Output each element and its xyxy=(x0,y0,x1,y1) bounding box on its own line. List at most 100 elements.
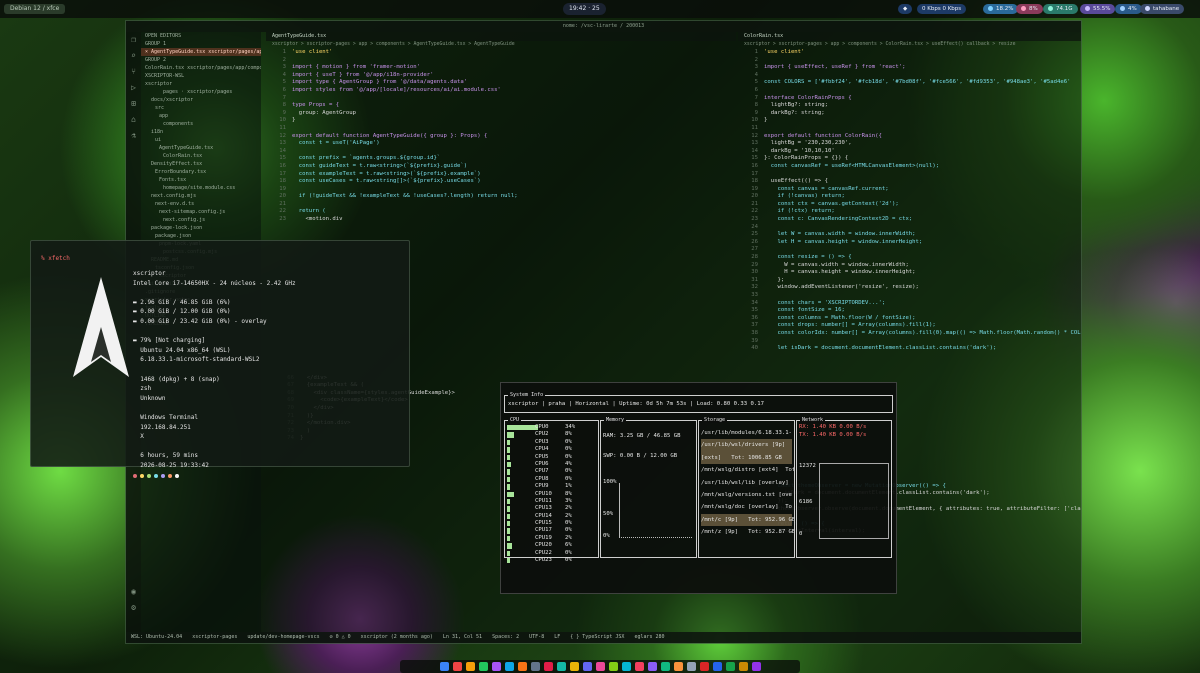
dock-app-icon[interactable] xyxy=(439,662,449,671)
explorer-item[interactable]: ColorRain.tsx xscriptor/pages/app/compon… xyxy=(141,64,261,72)
status-item[interactable]: ⊘ 0 △ 0 xyxy=(330,634,351,640)
extensions-icon[interactable]: ⊞ xyxy=(126,96,141,112)
volume-indicator[interactable]: 4% xyxy=(1115,4,1142,14)
terminal-system-monitor[interactable]: System Info xscriptor | praha | Horizont… xyxy=(500,382,897,594)
status-item[interactable]: update/dev-homepage-vscs xyxy=(247,634,319,640)
dock-app-icon[interactable] xyxy=(595,662,605,671)
user-menu[interactable]: tahabane xyxy=(1140,4,1185,14)
code-line: 12 export default function AgentTypeGuide… xyxy=(270,133,736,141)
explorer-item[interactable]: DensityEffect.tsx xyxy=(141,160,261,168)
dock-app-icon[interactable] xyxy=(634,662,644,671)
explorer-item[interactable]: ui xyxy=(141,136,261,144)
explorer-item[interactable]: GROUP 1 xyxy=(141,40,261,48)
tab-agenttypeguide[interactable]: AgentTypeGuide.tsx xyxy=(266,32,736,41)
network-indicator[interactable]: 0 Kbps 0 Kbps xyxy=(917,4,967,14)
shield-icon[interactable]: ◆ xyxy=(898,4,913,14)
cpu-name: CPU3 xyxy=(535,438,549,445)
remote-icon[interactable]: ⌂ xyxy=(126,112,141,128)
dock-app-icon[interactable] xyxy=(608,662,618,671)
workspace-indicator[interactable]: Debian 12 / xfce xyxy=(4,4,66,14)
dock-app-icon[interactable] xyxy=(452,662,462,671)
explorer-item[interactable]: Fonts.tsx xyxy=(141,176,261,184)
explorer-item[interactable]: docs/xscriptor xyxy=(141,96,261,104)
dock-app-icon[interactable] xyxy=(491,662,501,671)
dock-app-icon[interactable] xyxy=(569,662,579,671)
explorer-item[interactable]: ColorRain.tsx xyxy=(141,152,261,160)
code-line: 14 darkBg = '10,10,10' xyxy=(742,148,1081,156)
explorer-item[interactable]: next.config.js xyxy=(141,216,261,224)
explorer-item[interactable]: src xyxy=(141,104,261,112)
dock-app-icon[interactable] xyxy=(582,662,592,671)
line-number: 25 xyxy=(751,231,758,238)
dock-app-icon[interactable] xyxy=(699,662,709,671)
dock-app-icon[interactable] xyxy=(465,662,475,671)
explorer-item[interactable]: OPEN EDITORS xyxy=(141,32,261,40)
explorer-item[interactable]: next-sitemap.config.js xyxy=(141,208,261,216)
dock-app-icon[interactable] xyxy=(556,662,566,671)
cpu-percent: 0% xyxy=(565,475,572,482)
dock-app-icon[interactable] xyxy=(686,662,696,671)
status-item[interactable]: xscriptor-pages xyxy=(192,634,237,640)
dock-app-icon[interactable] xyxy=(660,662,670,671)
search-icon[interactable]: ⌕ xyxy=(126,48,141,64)
code-text: <motion.div xyxy=(292,216,343,223)
explorer-item[interactable]: next.config.mjs xyxy=(141,192,261,200)
cpu-icon xyxy=(988,6,993,11)
dock-app-icon[interactable] xyxy=(738,662,748,671)
dock-app-icon[interactable] xyxy=(517,662,527,671)
status-item[interactable]: LF xyxy=(554,634,560,640)
status-item[interactable]: { } TypeScript JSX xyxy=(570,634,624,640)
explorer-item[interactable]: package.json xyxy=(141,232,261,240)
memory-indicator[interactable]: 8% xyxy=(1016,4,1043,14)
explorer-item[interactable]: pages · xscriptor/pages xyxy=(141,88,261,96)
code-text: if (!ctx) return; xyxy=(764,208,835,215)
explorer-item[interactable]: AgentTypeGuide.tsx xyxy=(141,144,261,152)
cpu-indicator[interactable]: 18.2% xyxy=(983,4,1019,14)
code-text: } xyxy=(764,117,768,124)
account-icon[interactable]: ◉ xyxy=(126,584,141,600)
dock-app-icon[interactable] xyxy=(543,662,553,671)
dock-app-icon[interactable] xyxy=(504,662,514,671)
code-area[interactable]: 1 'use client' 2 3 import { useEffect, useRe… xyxy=(738,49,1081,353)
explorer-icon[interactable]: ❐ xyxy=(126,32,141,48)
code-line: 12 export default function ColorRain({ xyxy=(742,133,1081,141)
dock-app-icon[interactable] xyxy=(530,662,540,671)
explorer-item[interactable]: × AgentTypeGuide.tsx xscriptor/pages/app… xyxy=(141,48,261,56)
explorer-item[interactable]: i18n xyxy=(141,128,261,136)
explorer-item[interactable]: next-env.d.ts xyxy=(141,200,261,208)
dock-app-icon[interactable] xyxy=(647,662,657,671)
dock-app-icon[interactable] xyxy=(751,662,761,671)
explorer-item[interactable]: homepage/site.module.css xyxy=(141,184,261,192)
source-control-icon[interactable]: ⑂ xyxy=(126,64,141,80)
disk-indicator[interactable]: 55.5% xyxy=(1080,4,1116,14)
temperature-indicator[interactable]: 74.1G xyxy=(1043,4,1078,14)
explorer-item[interactable]: package-lock.json xyxy=(141,224,261,232)
dock-app-icon[interactable] xyxy=(478,662,488,671)
explorer-item[interactable]: ErrorBoundary.tsx xyxy=(141,168,261,176)
line-number: 16 xyxy=(751,162,758,169)
testing-icon[interactable]: ⚗ xyxy=(126,128,141,144)
status-item[interactable]: Ln 31, Col 51 xyxy=(443,634,482,640)
storage-row: /usr/lib/modules/6.18.33.1- xyxy=(701,430,792,436)
code-area[interactable]: 1 'use client' 2 3 import { motion } from 'f… xyxy=(266,49,736,224)
explorer-item[interactable]: XSCRIPTOR-WSL xyxy=(141,72,261,80)
explorer-item[interactable]: app xyxy=(141,112,261,120)
clock[interactable]: 19:42 · 25 xyxy=(563,3,606,15)
status-item[interactable]: Spaces: 2 xyxy=(492,634,519,640)
dock-app-icon[interactable] xyxy=(725,662,735,671)
explorer-item[interactable]: xscriptor xyxy=(141,80,261,88)
status-item[interactable]: UTF-8 xyxy=(529,634,544,640)
code-line: 13 lightBg = '230,230,230', xyxy=(742,140,1081,148)
explorer-item[interactable]: components xyxy=(141,120,261,128)
status-item[interactable]: xscriptor (2 months ago) xyxy=(361,634,433,640)
dock-app-icon[interactable] xyxy=(673,662,683,671)
status-item[interactable]: WSL: Ubuntu-24.04 xyxy=(131,634,182,640)
status-item[interactable]: eglars 280 xyxy=(634,634,664,640)
settings-gear-icon[interactable]: ⚙ xyxy=(126,600,141,616)
tab-colorrain[interactable]: ColorRain.tsx xyxy=(738,32,1081,41)
terminal-xfetch[interactable]: % xfetch xscriptor Intel Core i7-14650HX… xyxy=(30,240,410,478)
dock-app-icon[interactable] xyxy=(621,662,631,671)
run-debug-icon[interactable]: ▷ xyxy=(126,80,141,96)
dock-app-icon[interactable] xyxy=(712,662,722,671)
explorer-item[interactable]: GROUP 2 xyxy=(141,56,261,64)
